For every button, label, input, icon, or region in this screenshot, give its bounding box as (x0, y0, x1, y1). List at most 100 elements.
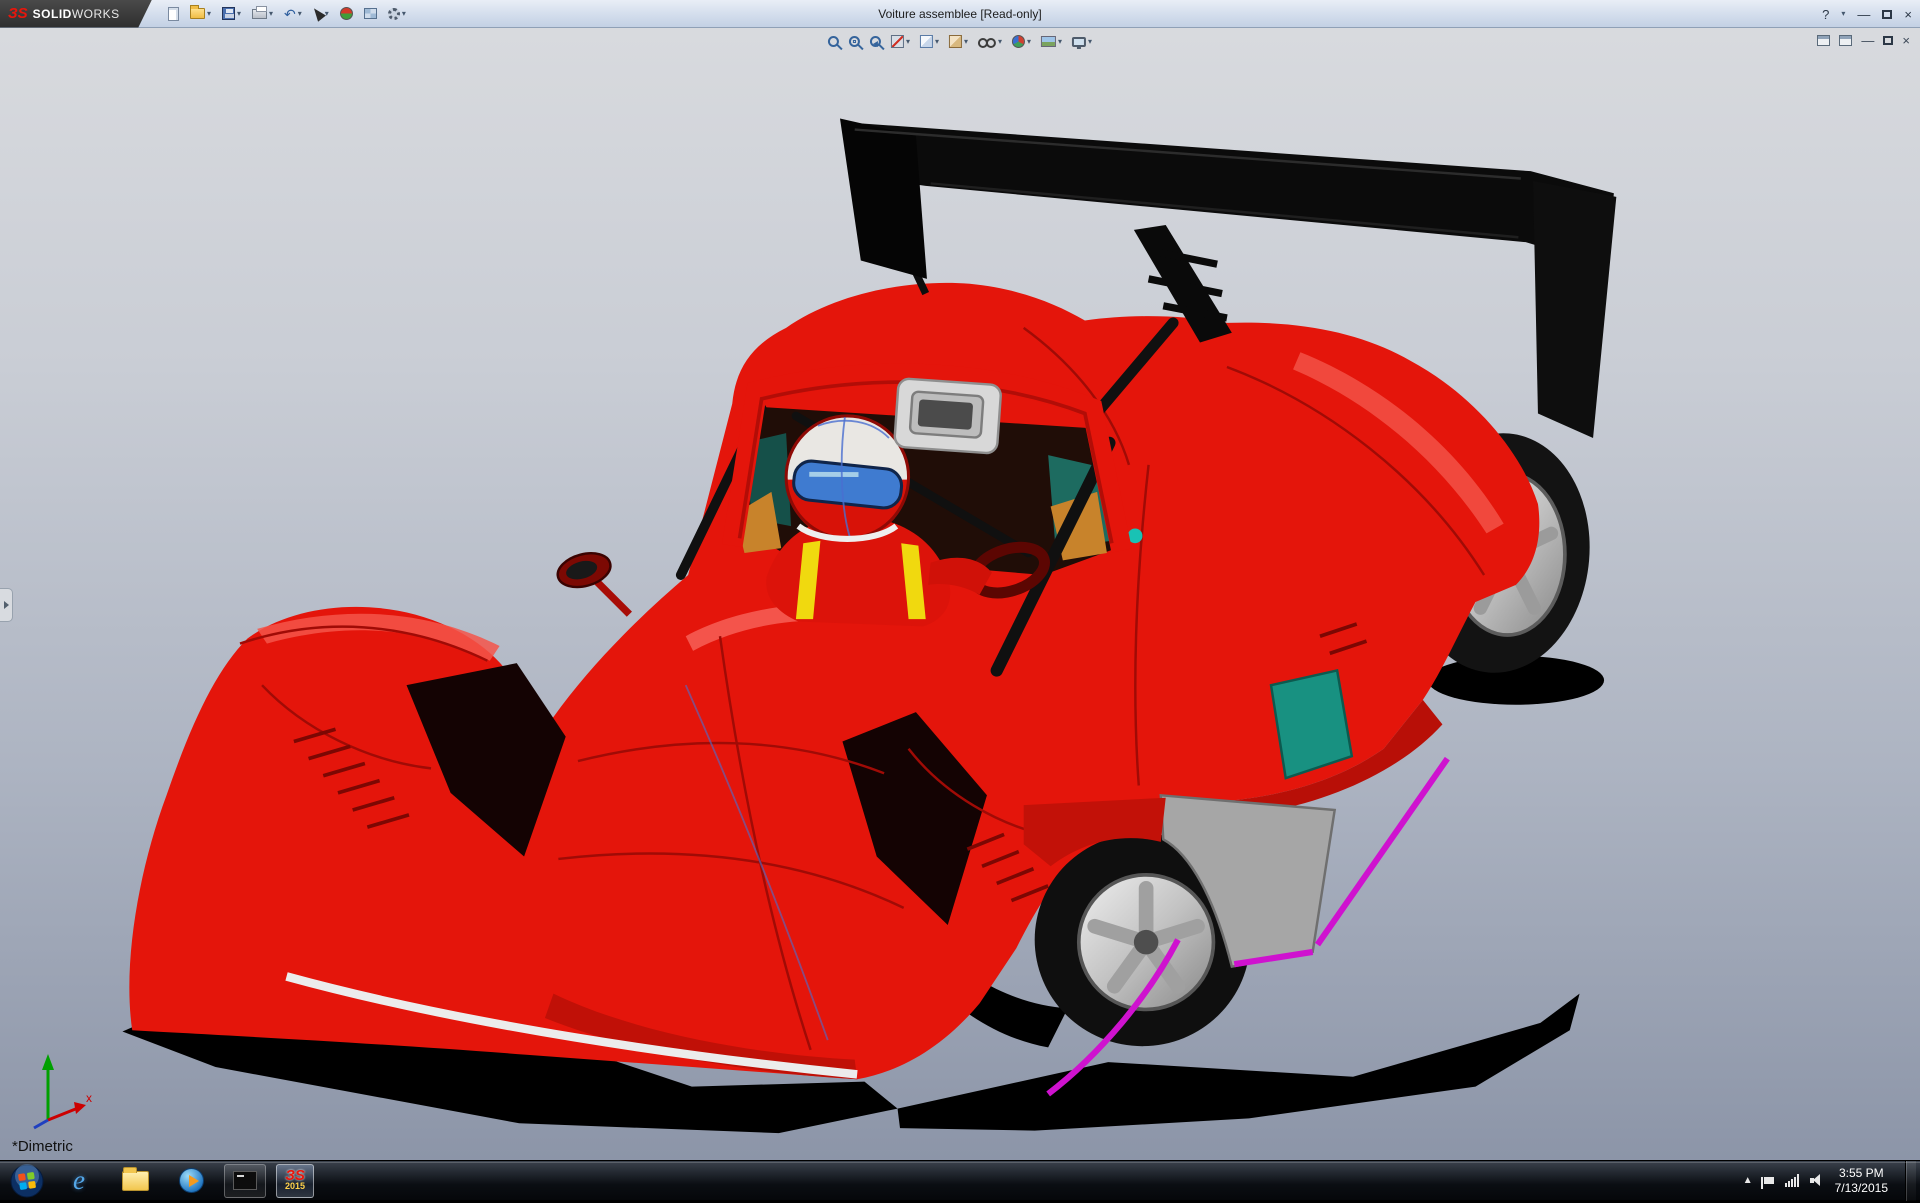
appearance-caret: ▾ (1027, 38, 1031, 46)
triad-x-label: x (86, 1091, 92, 1105)
start-button[interactable] (8, 1162, 46, 1200)
network-icon[interactable] (1785, 1174, 1799, 1187)
hidden-icons-button[interactable]: ▲ (1743, 1175, 1753, 1186)
internet-explorer-button[interactable]: e (56, 1163, 102, 1199)
options-button[interactable]: ▾ (386, 3, 408, 25)
view-settings-button[interactable]: ▾ (1070, 35, 1094, 49)
action-center-icon[interactable] (1764, 1177, 1774, 1184)
rebuild-button[interactable] (338, 3, 355, 25)
triad-y-arrow (42, 1054, 54, 1070)
side-mirror[interactable] (554, 548, 629, 614)
display-style-caret: ▾ (964, 38, 968, 46)
hide-show-caret: ▾ (998, 38, 1002, 46)
file-explorer-button[interactable] (112, 1163, 158, 1199)
command-prompt-task-button[interactable] (224, 1164, 266, 1198)
panel-collapse-tab[interactable] (0, 588, 13, 622)
undo-caret: ▾ (298, 10, 302, 18)
view-orientation-cube-icon (920, 35, 933, 48)
heads-up-view-toolbar: ▾ ▾ ▾ ▾ ▾ ▾ ▾ (826, 33, 1094, 50)
solidworks-version-badge: 2015 (285, 1181, 305, 1192)
edit-appearance-button[interactable]: ▾ (1010, 33, 1033, 50)
display-grid-button[interactable] (362, 3, 379, 25)
media-player-icon (179, 1168, 204, 1193)
windows-taskbar: e ЗS 2015 ▲ 3:55 PM 7/13/2015 (0, 1160, 1920, 1200)
save-caret: ▾ (237, 10, 241, 18)
media-player-button[interactable] (168, 1163, 214, 1199)
triad-z-arrow (34, 1120, 48, 1128)
monitor-icon (1072, 37, 1086, 47)
open-folder-icon (190, 8, 205, 19)
gear-icon (388, 8, 400, 20)
window-title: Voiture assemblee [Read-only] (878, 0, 1041, 28)
doc-restore-button[interactable] (1883, 36, 1893, 45)
windows-orb-icon (8, 1162, 46, 1200)
hide-show-items-button[interactable]: ▾ (976, 36, 1004, 48)
window-controls: ? ▾ — × (1822, 0, 1912, 28)
reference-triad: x (16, 1048, 100, 1132)
print-icon (252, 9, 267, 19)
view-settings-caret: ▾ (1088, 38, 1092, 46)
solidworks-logo-mark-icon: ЗS (8, 5, 28, 22)
volume-icon[interactable] (1810, 1174, 1824, 1187)
display-style-icon (949, 35, 962, 48)
clock-date: 7/13/2015 (1835, 1181, 1888, 1196)
undo-button[interactable]: ↶▾ (282, 3, 304, 25)
brand-name-light: WORKS (72, 7, 120, 21)
previous-view-button[interactable] (868, 34, 883, 49)
options-caret: ▾ (402, 10, 406, 18)
taskbar-clock[interactable]: 3:55 PM 7/13/2015 (1835, 1166, 1888, 1196)
command-prompt-icon (233, 1171, 257, 1190)
cad-model-canvas[interactable] (0, 28, 1920, 1160)
app-titlebar: ЗS SOLIDWORKS ▾ ▾ ▾ ↶▾ ▾ ▾ Voiture assem… (0, 0, 1920, 28)
new-document-button[interactable] (166, 3, 181, 25)
undo-icon: ↶ (284, 7, 296, 21)
zoom-to-area-icon (849, 36, 860, 47)
section-view-button[interactable]: ▾ (889, 33, 912, 50)
select-caret: ▾ (325, 10, 329, 18)
open-caret: ▾ (207, 10, 211, 18)
scene-caret: ▾ (1058, 38, 1062, 46)
select-cursor-icon (310, 5, 326, 21)
doc-minimize-button[interactable]: — (1861, 33, 1874, 48)
save-icon (222, 7, 235, 20)
scene-icon (1041, 36, 1056, 47)
appearance-sphere-icon (1012, 35, 1025, 48)
solidworks-app-icon: ЗS 2015 (285, 1170, 305, 1192)
doc-close-button[interactable]: × (1902, 33, 1910, 48)
print-button[interactable]: ▾ (250, 3, 275, 25)
graphics-viewport[interactable]: ▾ ▾ ▾ ▾ ▾ ▾ ▾ — × (0, 28, 1920, 1160)
solidworks-task-button[interactable]: ЗS 2015 (276, 1164, 314, 1198)
rebuild-icon (340, 7, 353, 20)
document-window-controls: — × (1817, 33, 1910, 48)
previous-view-icon (870, 36, 881, 47)
triad-x-arrow (74, 1102, 86, 1114)
zoom-to-area-button[interactable] (847, 34, 862, 49)
display-style-button[interactable]: ▾ (947, 33, 970, 50)
glasses-icon (978, 38, 996, 46)
internet-explorer-icon: e (73, 1165, 85, 1196)
intake-box[interactable] (894, 378, 1001, 454)
zoom-to-fit-button[interactable] (826, 34, 841, 49)
save-button[interactable]: ▾ (220, 3, 243, 25)
restore-button[interactable] (1882, 10, 1892, 19)
pane-tile-icon[interactable] (1839, 35, 1852, 46)
pane-split-icon[interactable] (1817, 35, 1830, 46)
orientation-caret: ▾ (935, 38, 939, 46)
section-caret: ▾ (906, 38, 910, 46)
clock-time: 3:55 PM (1835, 1166, 1888, 1181)
select-button[interactable]: ▾ (311, 3, 331, 25)
minimize-button[interactable]: — (1857, 7, 1870, 22)
folder-icon (122, 1171, 149, 1191)
show-desktop-button[interactable] (1905, 1161, 1916, 1201)
help-caret: ▾ (1841, 10, 1845, 18)
open-button[interactable]: ▾ (188, 3, 213, 25)
apply-scene-button[interactable]: ▾ (1039, 34, 1064, 49)
help-button[interactable]: ? (1822, 7, 1829, 22)
view-orientation-label: *Dimetric (12, 1138, 73, 1155)
new-document-icon (168, 7, 179, 21)
zoom-to-fit-icon (828, 36, 839, 47)
section-view-icon (891, 35, 904, 48)
solidworks-mark-icon: ЗS (285, 1170, 305, 1181)
view-orientation-button[interactable]: ▾ (918, 33, 941, 50)
close-button[interactable]: × (1904, 7, 1912, 22)
